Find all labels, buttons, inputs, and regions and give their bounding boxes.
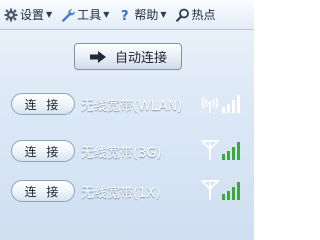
auto-connect-label: 自动连接 — [114, 51, 167, 66]
menu-tools-label: 工具 — [77, 8, 102, 22]
svg-text:?: ? — [121, 9, 129, 22]
wrench-icon — [62, 8, 75, 22]
connect-button-1x[interactable]: 连 接 — [11, 180, 75, 202]
connection-name-3g: 无线宽带(3G) — [81, 146, 162, 161]
wifi-signal-icon — [201, 95, 240, 113]
connection-row-1x: 连 接 无线宽带(1X) — [0, 178, 254, 204]
network-client-window: 设置 ▼ 工具 ▼ ? 帮助 ▼ 热点 自动连接 连 接 无线宽带(WLAN) … — [0, 0, 254, 240]
connection-name-wlan: 无线宽带(WLAN) — [81, 99, 183, 114]
menu-help-label: 帮助 — [134, 8, 159, 22]
menu-hotspot[interactable]: 热点 — [175, 4, 216, 26]
connection-name-1x: 无线宽带(1X) — [81, 186, 161, 201]
antenna-signal-icon — [201, 180, 240, 200]
antenna-signal-icon — [201, 140, 240, 160]
chevron-down-icon: ▼ — [46, 10, 53, 19]
search-icon — [175, 8, 189, 22]
arrow-right-icon — [89, 50, 106, 63]
connect-button-wlan[interactable]: 连 接 — [11, 93, 75, 115]
connection-row-wlan: 连 接 无线宽带(WLAN) — [0, 91, 254, 117]
menu-tools[interactable]: 工具 ▼ — [61, 4, 109, 26]
menu-settings-label: 设置 — [20, 8, 45, 22]
gear-icon — [4, 8, 18, 21]
help-icon: ? — [121, 9, 129, 22]
chevron-down-icon: ▼ — [103, 10, 110, 19]
menu-hotspot-label: 热点 — [191, 8, 216, 22]
menu-settings[interactable]: 设置 ▼ — [4, 4, 52, 26]
menu-help[interactable]: ? 帮助 ▼ — [118, 4, 166, 26]
connect-button-3g[interactable]: 连 接 — [11, 140, 75, 162]
auto-connect-button[interactable]: 自动连接 — [74, 43, 182, 70]
menu-bar: 设置 ▼ 工具 ▼ ? 帮助 ▼ 热点 — [0, 0, 254, 30]
chevron-down-icon: ▼ — [160, 10, 167, 19]
connection-row-3g: 连 接 无线宽带(3G) — [0, 138, 254, 164]
